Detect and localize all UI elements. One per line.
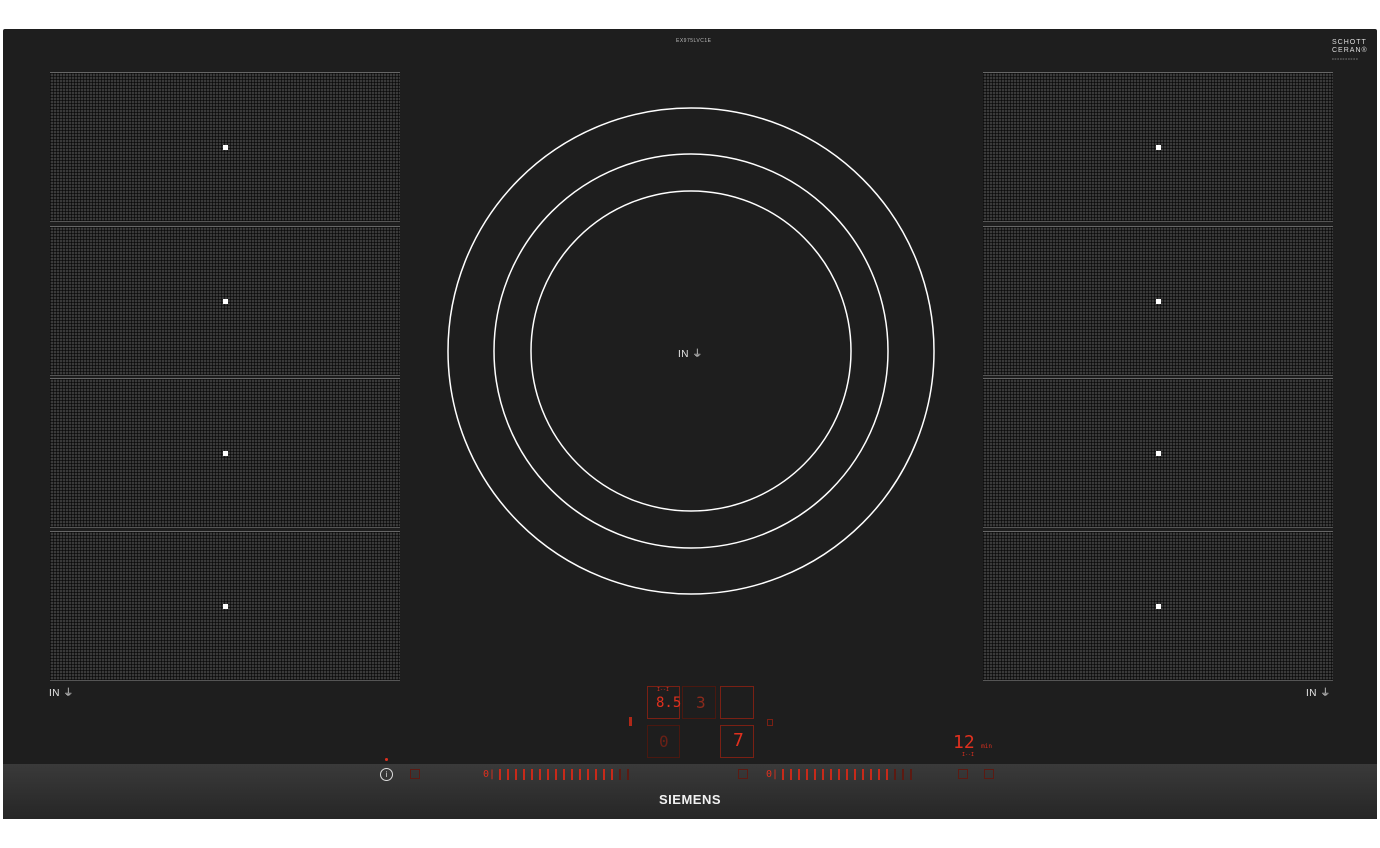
slider-start-label: 0| <box>766 768 779 780</box>
right-zone-1[interactable] <box>983 72 1333 222</box>
timer-plus-icon[interactable] <box>984 769 994 779</box>
right-lower-display-box[interactable]: 7 <box>720 725 754 758</box>
power-on-indicator <box>385 758 388 761</box>
lower-display-box[interactable]: 0 <box>647 725 680 758</box>
power-display-box[interactable]: I--I 8.5 <box>647 686 682 719</box>
right-zone-3[interactable] <box>983 378 1333 528</box>
timer-readout[interactable]: 12 min I--I <box>953 732 992 758</box>
brand-logo: SIEMENS <box>659 792 722 807</box>
right-power-slider[interactable]: 0| <box>766 768 918 780</box>
control-strip: i 0| 0| SIEMENS <box>3 764 1377 819</box>
right-zone-4[interactable] <box>983 531 1333 681</box>
zone-marker-dot <box>223 299 228 304</box>
center-zone-label: IN ⏚ <box>678 349 703 360</box>
timer-minus-icon[interactable] <box>958 769 968 779</box>
right-indicator <box>767 719 773 726</box>
level-display-box[interactable]: 3 <box>682 686 716 719</box>
right-zone-2[interactable] <box>983 226 1333 376</box>
model-code: EX975LVC1E <box>676 38 712 44</box>
zone-marker-dot <box>1156 604 1161 609</box>
zone-marker-dot <box>1156 299 1161 304</box>
lock-icon[interactable] <box>410 769 420 779</box>
zone-marker-dot <box>223 604 228 609</box>
left-indicator <box>629 717 632 726</box>
left-zone-2[interactable] <box>50 226 400 376</box>
pan-icon: ⏚ <box>692 349 703 360</box>
left-power-slider[interactable]: 0| <box>483 768 635 780</box>
lower-readout: 0 <box>659 732 669 751</box>
zone-marker-dot <box>223 145 228 150</box>
timer-symbol: I--I <box>962 752 975 758</box>
left-zone-4[interactable] <box>50 531 400 681</box>
zone-marker-dot <box>1156 451 1161 456</box>
zone-marker-dot <box>223 451 228 456</box>
timer-symbol: I--I <box>657 687 670 693</box>
pan-icon: ⏚ <box>63 688 74 699</box>
timer-unit: min <box>981 743 992 750</box>
level-readout: 3 <box>696 693 706 712</box>
right-upper-display-box[interactable] <box>720 686 754 719</box>
left-zone-3[interactable] <box>50 378 400 528</box>
pan-icon: ⏚ <box>1320 688 1331 699</box>
left-zone-1[interactable] <box>50 72 400 222</box>
slider-start-label: 0| <box>483 768 496 780</box>
schott-ceran-logo: SCHOTT CERAN® 0000000000 <box>1332 39 1368 61</box>
power-level-readout: 8.5 <box>656 695 682 711</box>
center-mode-icon[interactable] <box>738 769 748 779</box>
timer-value: 12 <box>953 732 975 753</box>
right-zone-label: IN ⏚ <box>1306 688 1331 699</box>
left-zone-label: IN ⏚ <box>49 688 74 699</box>
right-level-readout: 7 <box>733 730 744 751</box>
zone-marker-dot <box>1156 145 1161 150</box>
cooktop-surface: EX975LVC1E SCHOTT CERAN® 0000000000 IN ⏚… <box>3 29 1377 819</box>
info-icon[interactable]: i <box>380 768 393 781</box>
